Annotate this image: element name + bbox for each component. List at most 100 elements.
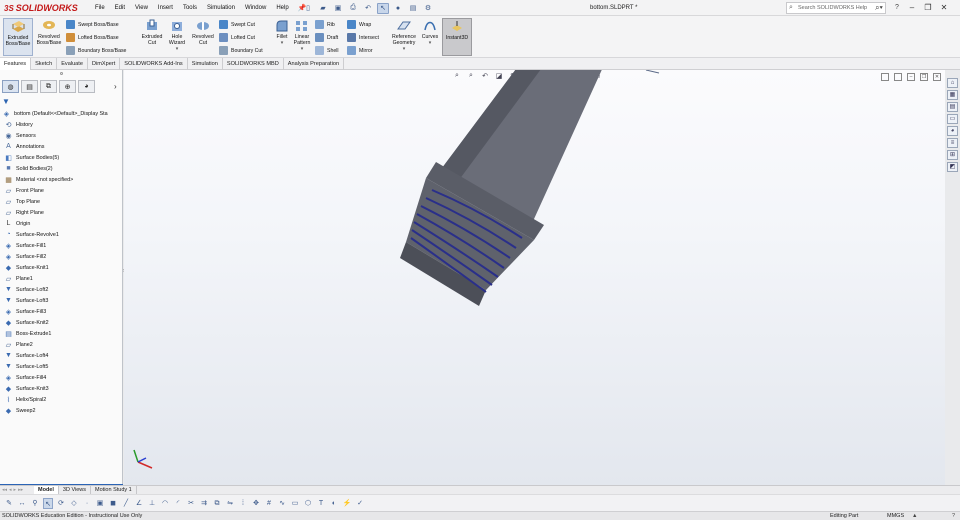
swept-cut-button[interactable]: Swept Cut [219, 19, 255, 30]
spline-icon[interactable]: ∿ [277, 498, 287, 509]
tab-mbd[interactable]: SOLIDWORKS MBD [223, 58, 284, 70]
display-manager-tab-icon[interactable]: ◕ [78, 80, 95, 93]
boundary-boss-button[interactable]: Boundary Boss/Base [66, 45, 126, 56]
boundary-cut-button[interactable]: Boundary Cut [219, 45, 263, 56]
menu-insert[interactable]: Insert [153, 0, 178, 16]
lofted-boss-button[interactable]: Lofted Boss/Base [66, 32, 119, 43]
more-tabs-chevron-icon[interactable]: › [114, 82, 117, 91]
solidworks-logo[interactable]: 3S SOLIDWORKS [4, 1, 78, 15]
tree-item[interactable]: ▼ Surface-Loft2 [0, 284, 123, 295]
display-icon[interactable]: ◐ [329, 498, 339, 509]
undo-icon[interactable]: ↶ [362, 3, 374, 14]
instant3d-button[interactable]: Instant3D [442, 18, 472, 56]
tree-item[interactable]: ◔ Surface-Revolve1 [0, 229, 123, 240]
convert-icon[interactable]: ⇉ [199, 498, 209, 509]
rebuild-icon[interactable]: ● [392, 3, 404, 14]
tree-item[interactable]: ⌇ Helix/Spiral2 [0, 394, 123, 405]
open-document-icon[interactable]: ▰ [317, 3, 329, 14]
design-library-icon[interactable]: ▤ [947, 102, 958, 112]
file-explorer-icon[interactable]: ▭ [947, 114, 958, 124]
menu-help[interactable]: Help [271, 0, 293, 16]
dimxpert-manager-tab-icon[interactable]: ⊕ [59, 80, 76, 93]
view-palette-icon[interactable]: ⊞ [947, 150, 958, 160]
hole-wizard-button[interactable]: Hole Wizard ▾ [165, 18, 189, 56]
menu-window[interactable]: Window [240, 0, 271, 16]
filter-icon[interactable]: ▼ [2, 97, 12, 107]
mirror-button[interactable]: Mirror [347, 45, 373, 56]
rotate-icon[interactable]: ⟳ [56, 498, 66, 509]
shell-button[interactable]: Shell [315, 45, 339, 56]
tab-features[interactable]: Features [0, 58, 32, 70]
tree-item[interactable]: ▱ Front Plane [0, 185, 123, 196]
slot-icon[interactable]: ▭ [290, 498, 300, 509]
point-icon[interactable]: · [82, 498, 92, 509]
box-icon[interactable]: ▣ [95, 498, 105, 509]
tree-item[interactable]: ▼ Surface-Loft4 [0, 350, 123, 361]
wrap-button[interactable]: Wrap [347, 19, 371, 30]
relation-icon[interactable]: ⊥ [147, 498, 157, 509]
reference-geometry-button[interactable]: Reference Geometry ▾ [390, 18, 418, 56]
graphics-area[interactable]: ⌕ ⌕ ↶ ◪ ✎ ▣ ◩ ◉ ◐ ⬡ ▭ – ❐ ✕ [124, 70, 945, 485]
new-document-icon[interactable]: ▯ [302, 3, 314, 14]
part-model[interactable] [124, 70, 945, 485]
arc-icon[interactable]: ◠ [160, 498, 170, 509]
rapid-sketch-icon[interactable]: ⚡ [342, 498, 352, 509]
menu-file[interactable]: File [90, 0, 110, 16]
tab-addins[interactable]: SOLIDWORKS Add-Ins [120, 58, 188, 70]
sketch-icon[interactable]: ◇ [69, 498, 79, 509]
tree-item[interactable]: ◆ Surface-Knit2 [0, 317, 123, 328]
tab-sketch[interactable]: Sketch [31, 58, 58, 70]
fillet-button[interactable]: Fillet ▾ [272, 18, 292, 56]
tree-item[interactable]: ◈ Surface-Fill4 [0, 372, 123, 383]
tree-item[interactable]: ◧ Surface Bodies(5) [0, 152, 123, 163]
tree-item[interactable]: ▱ Top Plane [0, 196, 123, 207]
minimize-icon[interactable]: – [906, 1, 918, 15]
linear-pattern-dropdown-icon[interactable]: ▾ [301, 46, 304, 52]
help-icon[interactable]: ? [892, 1, 902, 15]
move-icon[interactable]: ✥ [251, 498, 261, 509]
polygon-icon[interactable]: ⬡ [303, 498, 313, 509]
fillet-sketch-icon[interactable]: ◜ [173, 498, 183, 509]
menu-view[interactable]: View [130, 0, 153, 16]
lofted-cut-button[interactable]: Lofted Cut [219, 32, 255, 43]
select-icon[interactable]: ↖ [377, 2, 389, 14]
extruded-boss-button[interactable]: Extruded Boss/Base [3, 18, 33, 56]
tree-item[interactable]: L Origin [0, 218, 123, 229]
rib-button[interactable]: Rib [315, 19, 335, 30]
mirror-sketch-icon[interactable]: ⇋ [225, 498, 235, 509]
close-icon[interactable]: ✕ [938, 1, 950, 15]
file-properties-icon[interactable]: ▤ [407, 3, 419, 14]
tree-item[interactable]: ▦ Material <not specified> [0, 174, 123, 185]
linear-pattern-button[interactable]: Linear Pattern ▾ [292, 18, 312, 56]
select-icon[interactable]: ↖ [43, 498, 53, 509]
tab-analysis-preparation[interactable]: Analysis Preparation [284, 58, 345, 70]
draft-button[interactable]: Draft [315, 32, 338, 43]
curves-button[interactable]: Curves ▾ [420, 18, 440, 56]
annotation-icon[interactable]: ✎ [4, 498, 14, 509]
angle-icon[interactable]: ∠ [134, 498, 144, 509]
tree-item[interactable]: ◈ Surface-Fill1 [0, 240, 123, 251]
tree-item[interactable]: ▱ Right Plane [0, 207, 123, 218]
offset-icon[interactable]: ⧉ [212, 498, 222, 509]
configuration-manager-tab-icon[interactable]: ⧉ [40, 80, 57, 93]
tab-evaluate[interactable]: Evaluate [57, 58, 88, 70]
tree-item[interactable]: ▱ Plane2 [0, 339, 123, 350]
quick-tips-icon[interactable]: ? [952, 512, 955, 520]
trim-icon[interactable]: ✂ [186, 498, 196, 509]
tree-item[interactable]: ■ Solid Bodies(2) [0, 163, 123, 174]
text-icon[interactable]: T [316, 498, 326, 509]
print-icon[interactable]: ⎙ [347, 3, 359, 14]
select-filter-icon[interactable]: ⚲ [30, 498, 40, 509]
appearances-icon[interactable]: ◕ [947, 126, 958, 136]
tab-dimxpert[interactable]: DimXpert [88, 58, 121, 70]
unit-system[interactable]: MMGS [887, 512, 904, 520]
solidworks-forum-icon[interactable]: ◩ [947, 162, 958, 172]
tree-item[interactable]: ⟲ History [0, 119, 123, 130]
curves-dropdown-icon[interactable]: ▾ [429, 40, 432, 46]
cube-icon[interactable]: ◼ [108, 498, 118, 509]
menu-edit[interactable]: Edit [110, 0, 130, 16]
menu-tools[interactable]: Tools [178, 0, 202, 16]
restore-icon[interactable]: ❐ [922, 1, 934, 15]
feature-tree-tab-icon[interactable]: ◍ [2, 80, 19, 93]
tree-root-part[interactable]: ◈ bottom (Default<<Default>_Display Sta [0, 108, 123, 119]
